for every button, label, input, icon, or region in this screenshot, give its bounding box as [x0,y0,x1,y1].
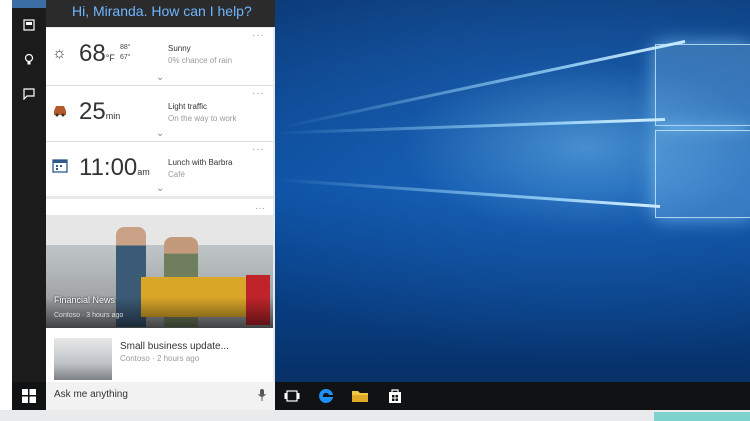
bottom-accent [654,412,750,421]
weather-temp: 68°F [79,40,115,67]
search-placeholder[interactable]: Ask me anything [54,389,128,400]
feedback-icon[interactable] [21,88,37,104]
more-options-icon[interactable]: ··· [255,203,265,214]
news-card[interactable]: ··· Financial News Contoso · 3 hours ago… [46,199,273,382]
greeting-text: Hi, Miranda. How can I help? [72,3,252,19]
left-edge [0,0,12,410]
wallpaper-beam [275,118,666,135]
edge-browser-icon[interactable] [317,387,335,405]
task-view-icon[interactable] [283,387,301,405]
calendar-time: 11:00am [79,154,150,181]
wallpaper-logo-pane [655,130,750,218]
news-title[interactable]: Financial News [54,295,115,305]
more-options-icon[interactable]: ··· [252,30,265,41]
photo-ceiling [46,215,273,245]
weather-detail: 0% chance of rain [168,56,233,65]
cortana-rail [12,0,46,382]
calendar-detail: Café [168,170,185,179]
small-news-meta: Contoso · 2 hours ago [120,354,200,363]
microphone-icon[interactable] [257,388,267,405]
bottom-frame [0,410,750,421]
file-explorer-icon[interactable] [351,387,369,405]
more-options-icon[interactable]: ··· [252,88,265,99]
wallpaper-logo-pane [655,44,750,126]
sun-icon: ☼ [52,45,67,62]
weather-condition: Sunny [168,44,191,53]
rail-accent [12,0,46,8]
search-box[interactable]: Ask me anything [46,382,275,410]
traffic-card[interactable]: ··· 25min Light traffic On the way to wo… [46,86,273,141]
start-button[interactable] [12,382,46,410]
windows-icon [22,389,36,403]
news-thumbnail[interactable] [54,338,112,380]
car-icon [52,103,68,122]
notebook-icon[interactable] [21,53,37,69]
more-options-icon[interactable]: ··· [252,144,265,155]
store-icon[interactable] [386,387,404,405]
cortana-panel: Hi, Miranda. How can I help? ··· ☼ 68°F … [46,0,275,382]
small-news-title[interactable]: Small business update... [120,341,229,352]
chevron-down-icon[interactable]: ⌄ [156,128,164,139]
chevron-down-icon[interactable]: ⌄ [156,72,164,83]
wallpaper-beam [275,178,661,208]
calendar-title: Lunch with Barbra [168,158,233,167]
traffic-title: Light traffic [168,102,207,111]
weather-high-low: 88° 67° [120,44,131,61]
news-meta: Contoso · 3 hours ago [54,312,124,319]
cortana-header: Hi, Miranda. How can I help? [46,0,275,27]
weather-card[interactable]: ··· ☼ 68°F 88° 67° Sunny 0% chance of rai… [46,28,273,85]
traffic-detail: On the way to work [168,114,237,123]
calendar-icon [52,159,68,178]
chevron-down-icon[interactable]: ⌄ [156,183,164,194]
home-icon[interactable] [21,19,37,35]
wallpaper-beam [283,40,686,129]
traffic-minutes: 25min [79,98,121,125]
calendar-card[interactable]: ··· 11:00am Lunch with Barbra Café ⌄ [46,142,273,196]
